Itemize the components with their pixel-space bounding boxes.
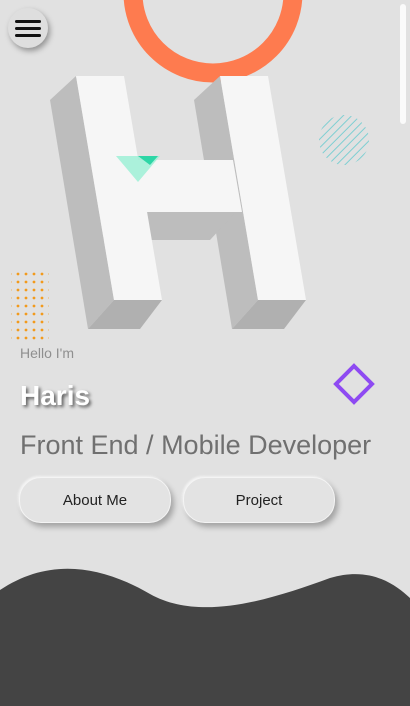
developer-name: Haris — [20, 380, 91, 411]
diamond-decoration — [333, 363, 375, 405]
greeting-text: Hello I'm — [20, 345, 75, 361]
project-button[interactable]: Project — [183, 477, 335, 523]
dots-decoration — [11, 268, 49, 340]
bottom-wave — [0, 568, 410, 706]
striped-circle-decoration — [319, 115, 369, 165]
logo-h — [50, 76, 306, 329]
about-me-button[interactable]: About Me — [19, 477, 171, 523]
developer-role: Front End / Mobile Developer — [20, 430, 372, 460]
ring-decoration — [123, 0, 303, 83]
